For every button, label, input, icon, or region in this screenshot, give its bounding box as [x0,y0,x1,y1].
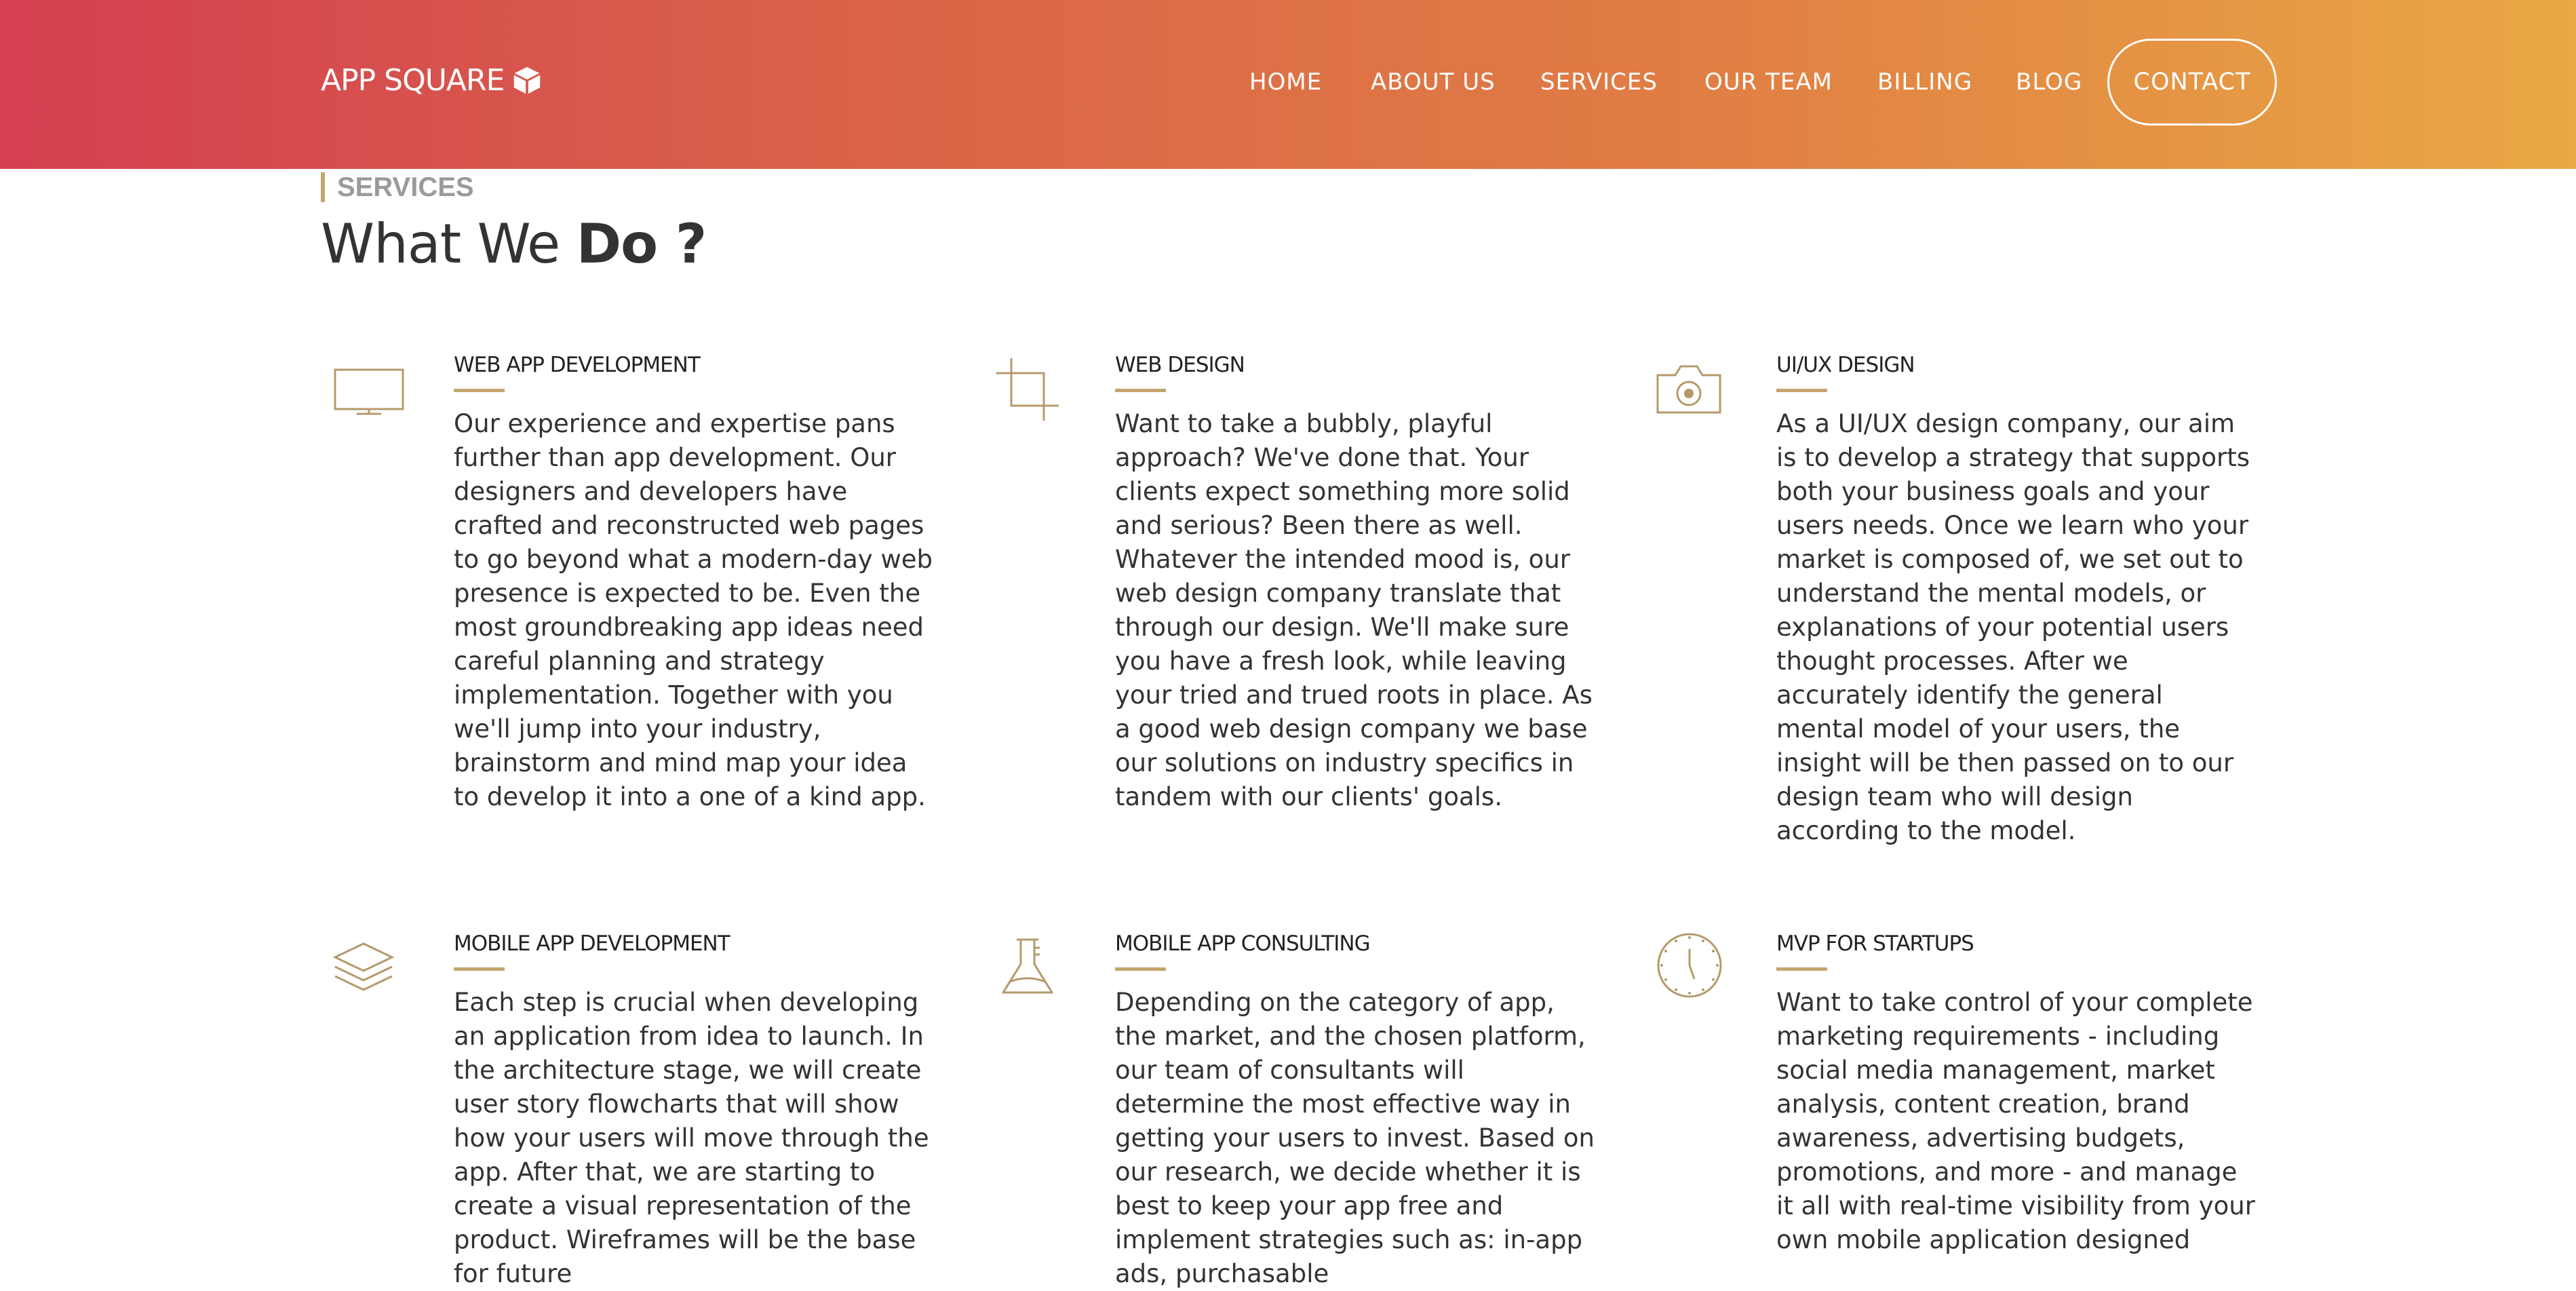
page-title: What We Do ? [321,212,707,277]
service-description: Our experience and expertise pans furthe… [454,409,933,811]
service-title: MOBILE APP DEVELOPMENT [454,931,730,956]
title-underline [454,389,505,392]
nav-about-us[interactable]: ABOUT US [1371,65,1496,99]
nav-blog[interactable]: BLOG [2016,65,2082,99]
service-description: As a UI/UX design company, our aim is to… [1776,409,2250,845]
title-underline [1115,967,1166,971]
monitor-icon [330,353,404,421]
title-underline [454,967,505,971]
service-description: Each step is crucial when developing an … [454,988,929,1288]
title-underline [1776,389,1827,392]
service-title: UI/UX DESIGN [1776,353,1915,377]
service-title: WEB APP DEVELOPMENT [454,353,701,377]
nav-our-team[interactable]: OUR TEAM [1704,65,1833,99]
site-header: APP SQUARE HOME ABOUT US SERVICES OUR TE… [0,0,2576,169]
nav-services[interactable]: SERVICES [1540,65,1658,99]
service-description: Depending on the category of app, the ma… [1115,988,1595,1288]
title-underline [1776,967,1827,971]
nav-billing[interactable]: BILLING [1877,65,1972,99]
title-underline [1115,389,1166,392]
service-description: Want to take control of your complete ma… [1776,988,2255,1254]
clock-icon [1652,931,1727,999]
nav-home[interactable]: HOME [1249,65,1322,99]
service-title: WEB DESIGN [1115,353,1245,377]
flask-icon [991,931,1066,999]
service-description: Want to take a bubbly, playful approach?… [1115,409,1593,811]
cube-icon [514,66,541,94]
layers-icon [330,931,404,999]
contact-button[interactable]: CONTACT [2107,39,2277,126]
camera-icon [1652,353,1727,421]
service-title: MVP FOR STARTUPS [1776,931,1974,956]
section-label: SERVICES [321,172,474,202]
brand-name: APP SQUARE [321,62,505,98]
title-light: What We [321,212,560,275]
title-bold: Do ? [576,212,707,275]
brand-logo[interactable]: APP SQUARE [321,60,542,100]
service-title: MOBILE APP CONSULTING [1115,931,1371,956]
crop-icon [991,353,1066,421]
